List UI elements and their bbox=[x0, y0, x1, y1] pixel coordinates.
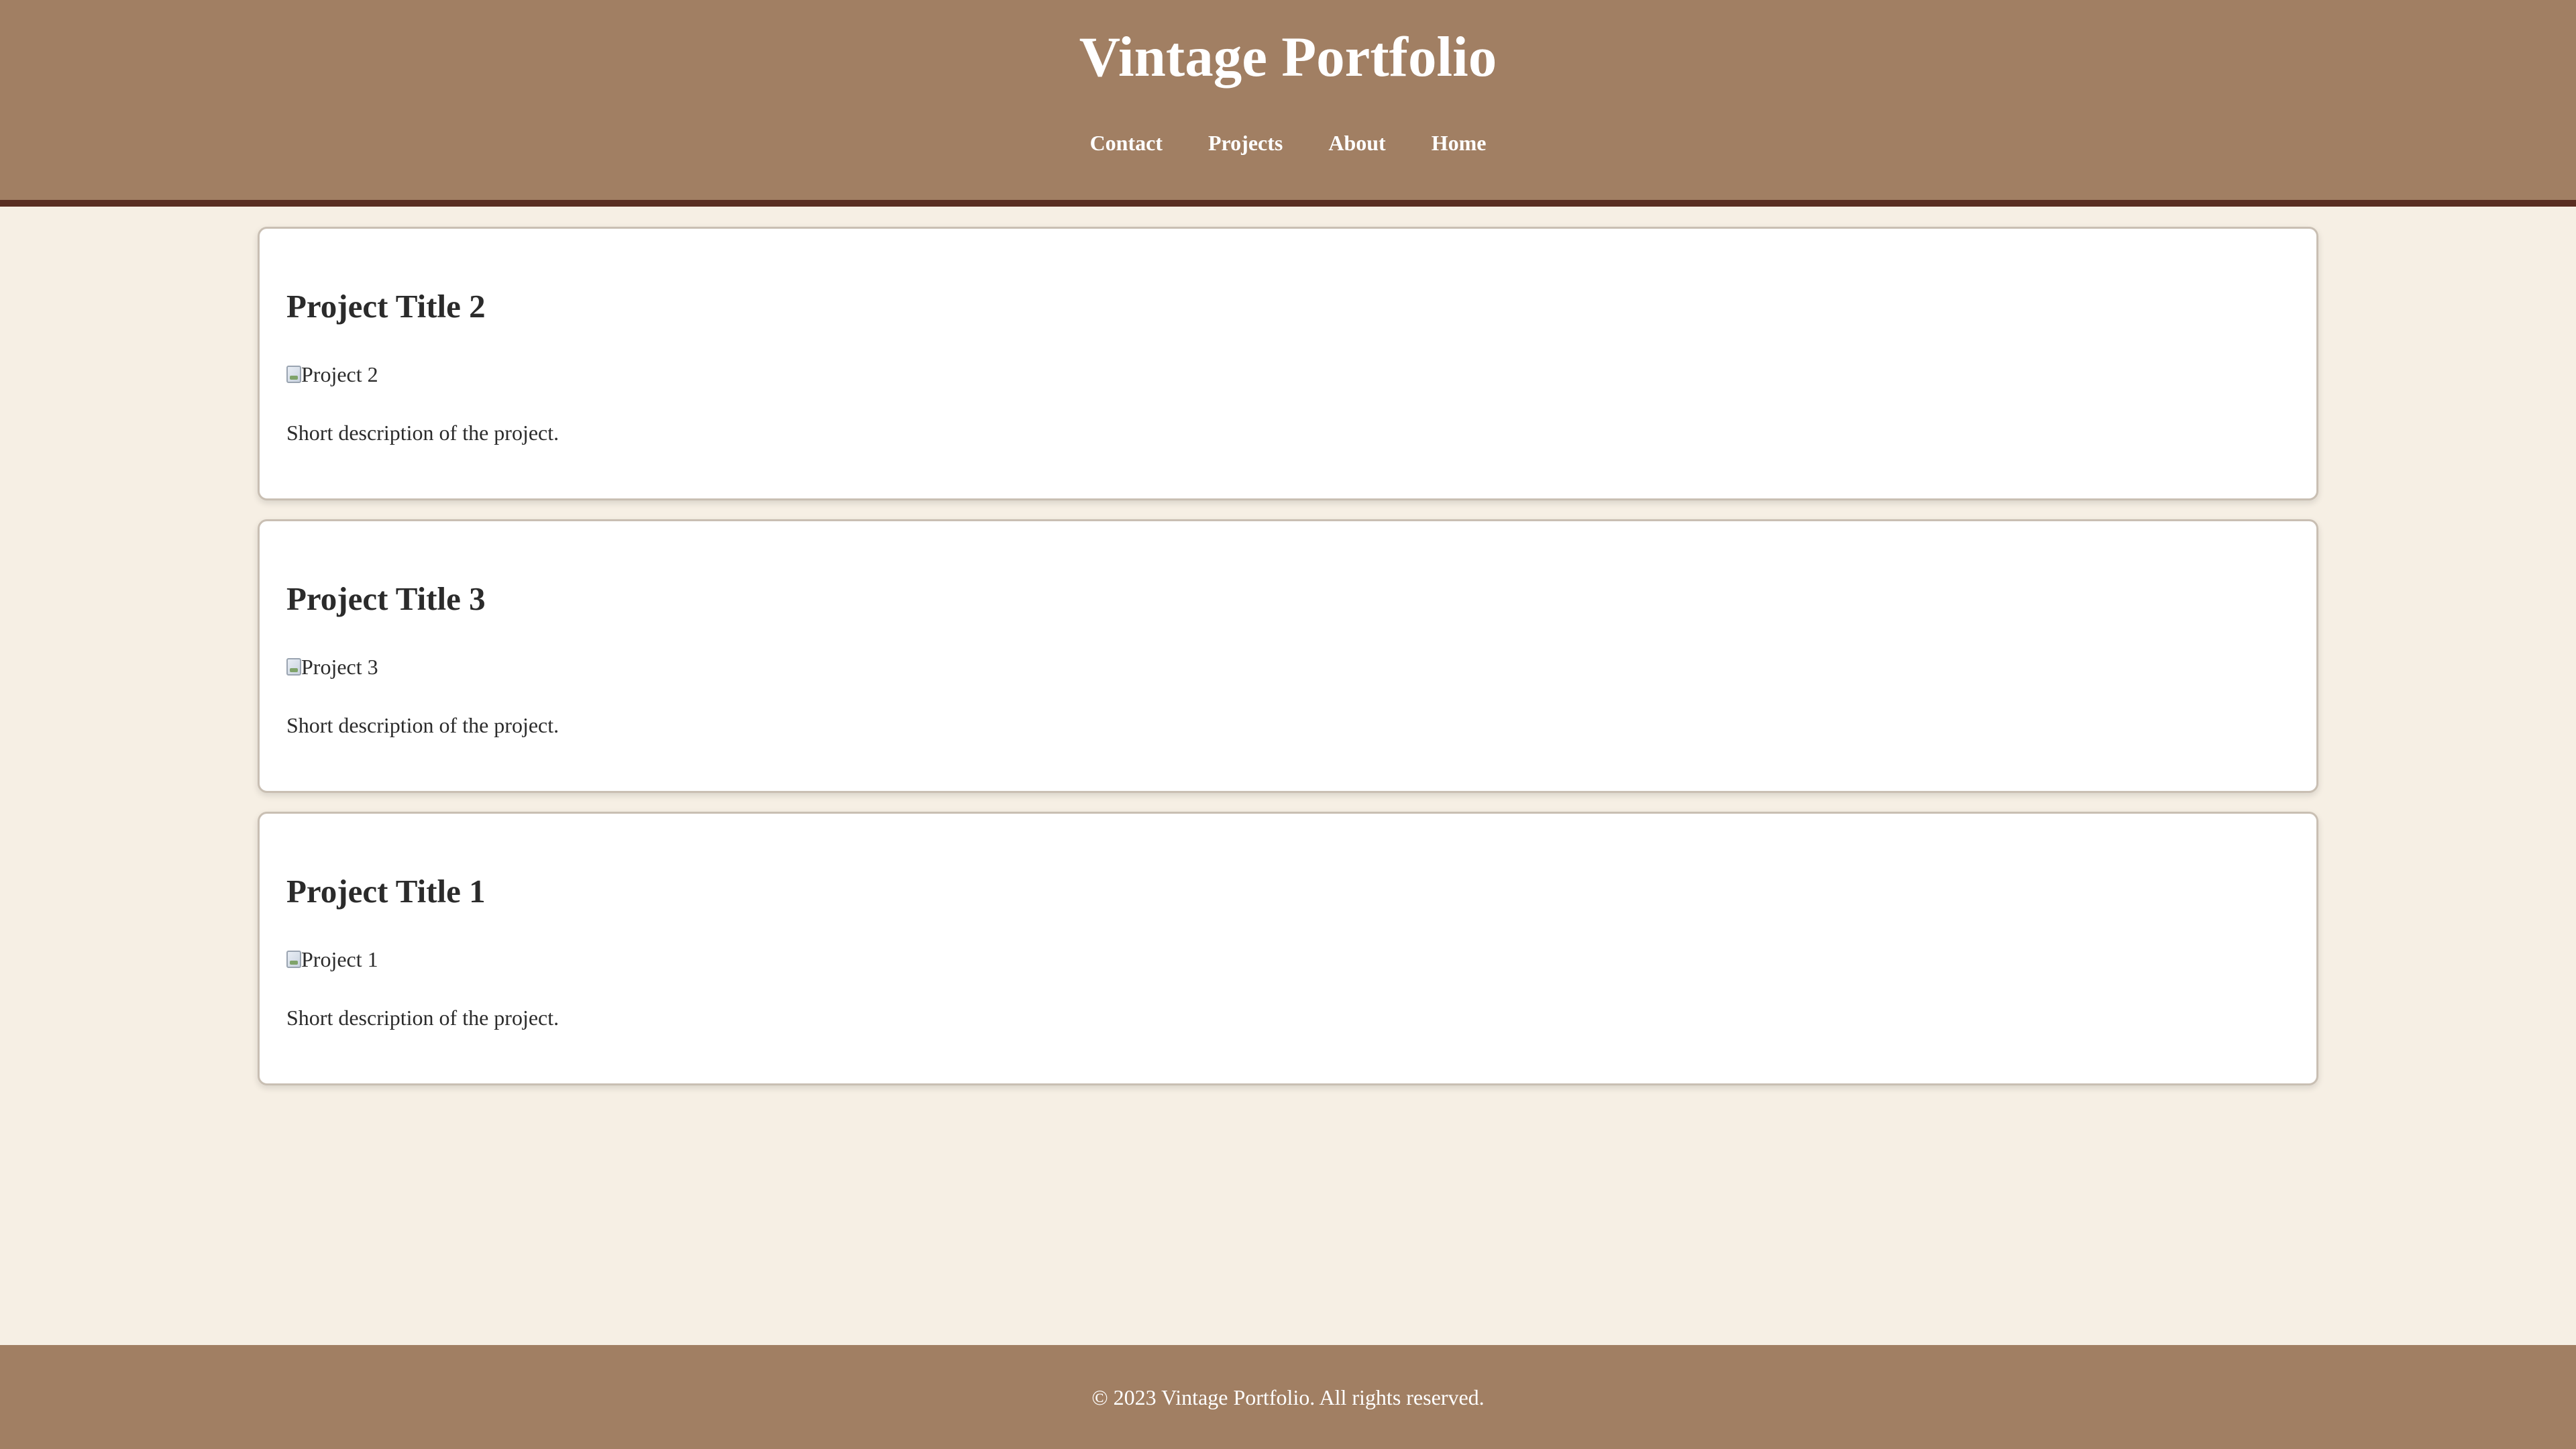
copyright-text: © 2023 Vintage Portfolio. All rights res… bbox=[1091, 1385, 1485, 1409]
nav-link-about[interactable]: About bbox=[1328, 125, 1385, 160]
project-image-alt: Project 3 bbox=[301, 655, 378, 679]
project-title: Project Title 2 bbox=[286, 288, 486, 325]
project-description: Short description of the project. bbox=[286, 421, 559, 445]
project-image: Project 1 bbox=[286, 946, 378, 973]
project-list: Project Title 2 Project 2 Short descript… bbox=[258, 227, 2318, 1104]
nav-link-contact[interactable]: Contact bbox=[1090, 125, 1163, 160]
nav-link-home[interactable]: Home bbox=[1432, 125, 1487, 160]
site-title: Vintage Portfolio bbox=[1079, 25, 1497, 89]
project-card: Project Title 1 Project 1 Short descript… bbox=[258, 812, 2318, 1085]
project-title: Project Title 1 bbox=[286, 873, 486, 910]
main-nav: Contact Projects About Home bbox=[0, 125, 2576, 160]
broken-image-icon bbox=[286, 951, 301, 968]
broken-image-icon bbox=[286, 658, 301, 676]
site-header: Vintage Portfolio Contact Projects About… bbox=[0, 0, 2576, 207]
project-description: Short description of the project. bbox=[286, 713, 559, 737]
project-card: Project Title 2 Project 2 Short descript… bbox=[258, 227, 2318, 500]
project-image: Project 2 bbox=[286, 361, 378, 388]
project-card: Project Title 3 Project 3 Short descript… bbox=[258, 519, 2318, 793]
site-footer: © 2023 Vintage Portfolio. All rights res… bbox=[0, 1345, 2576, 1449]
broken-image-icon bbox=[286, 366, 301, 383]
project-image-alt: Project 1 bbox=[301, 947, 378, 971]
project-image-alt: Project 2 bbox=[301, 362, 378, 386]
project-title: Project Title 3 bbox=[286, 580, 486, 617]
nav-link-projects[interactable]: Projects bbox=[1208, 125, 1283, 160]
project-description: Short description of the project. bbox=[286, 1006, 559, 1030]
project-image: Project 3 bbox=[286, 653, 378, 680]
